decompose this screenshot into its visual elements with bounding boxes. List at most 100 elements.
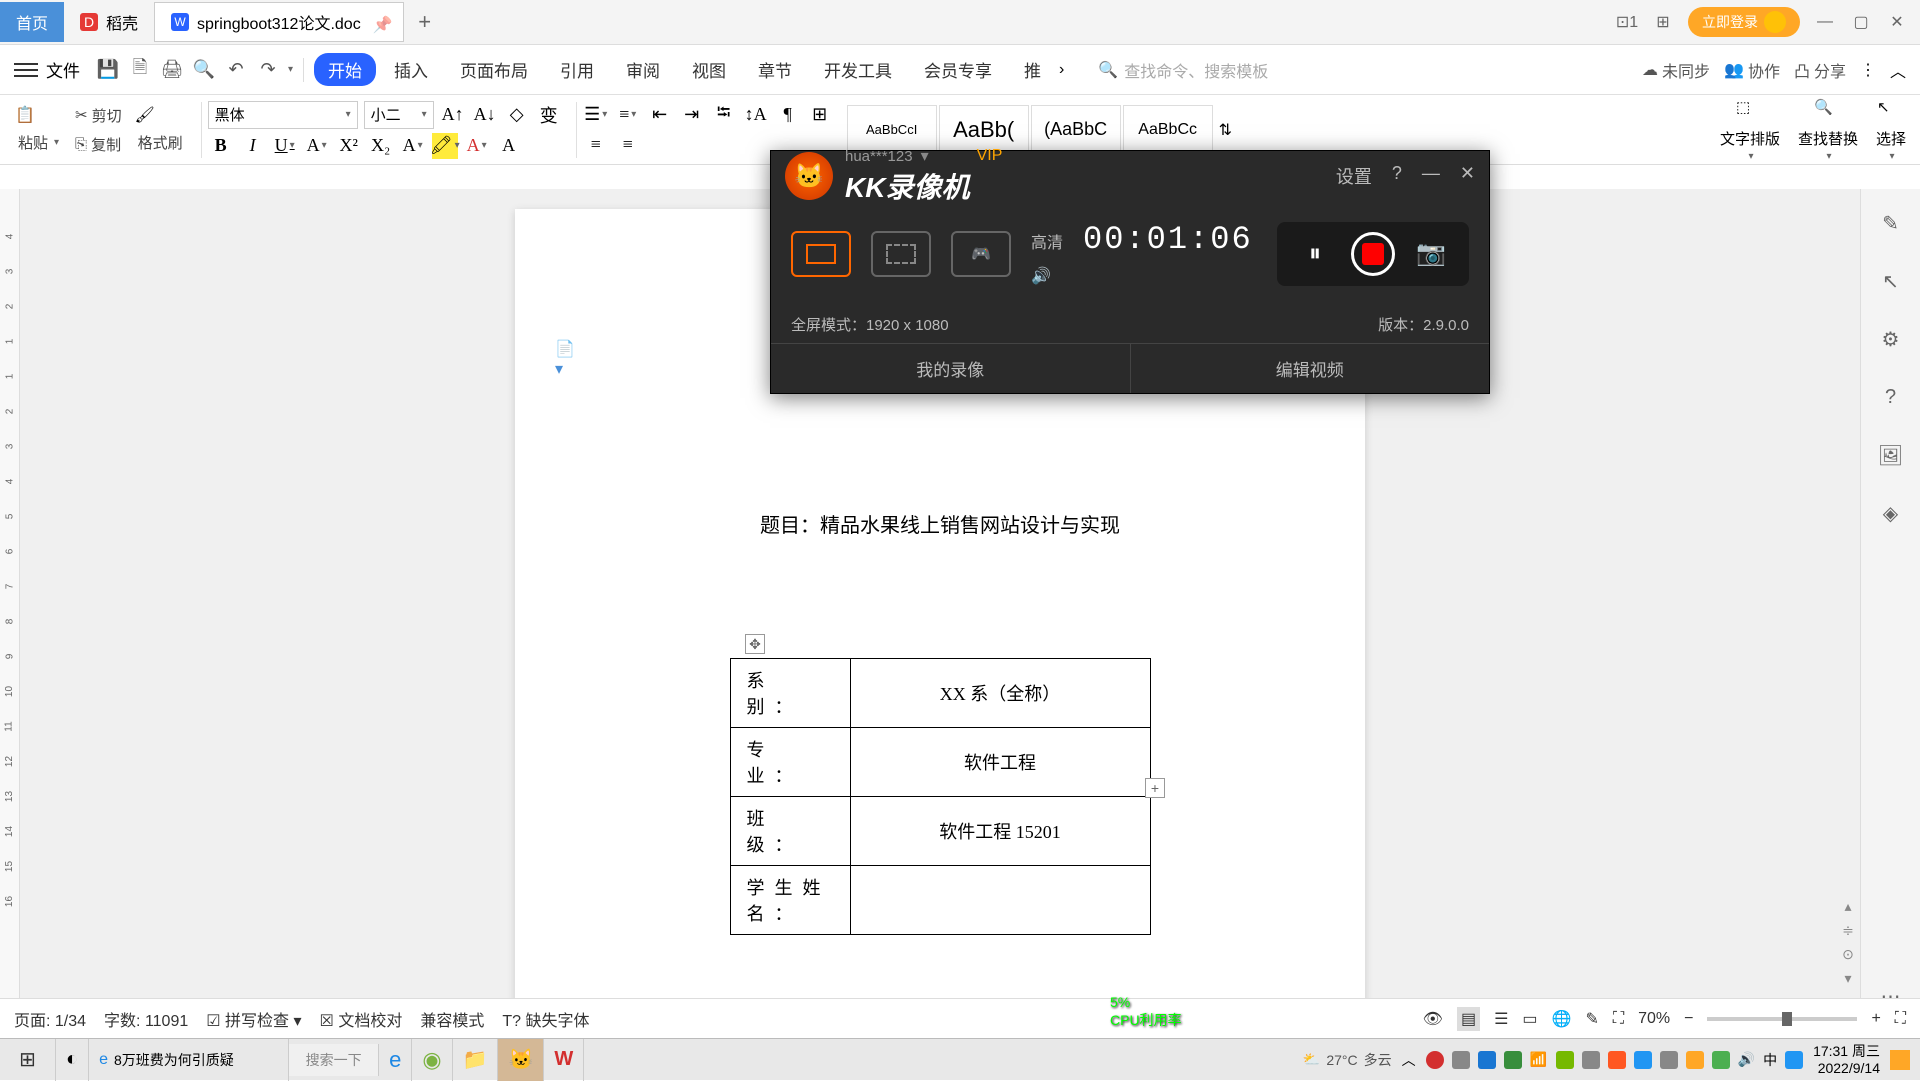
mode-region-button[interactable] [871,231,931,277]
recorder-help-icon[interactable]: ? [1392,163,1402,189]
mode-screen-button[interactable] [791,231,851,277]
collab-button[interactable]: 👥协作 [1724,58,1780,82]
sync-status[interactable]: ☁未同步 [1642,58,1710,82]
add-tab-button[interactable]: + [410,7,440,37]
tray-icon-7[interactable] [1582,1051,1600,1069]
zoom-in-icon[interactable]: + [1871,1010,1880,1028]
clear-format-icon[interactable]: ◇ [504,102,530,128]
recorder-window[interactable]: 🐱 hua***123 ▾ VIP KK录像机 设置 ? — ✕ 🎮 高清 00… [770,150,1490,394]
window-mode-icon[interactable]: ⊡1 [1616,11,1638,33]
tray-icon-4[interactable] [1504,1051,1522,1069]
scroll-down-icon[interactable]: ▾ [1838,970,1858,990]
ime-indicator[interactable]: 中 [1763,1050,1777,1070]
stop-button[interactable] [1351,232,1395,276]
fit-width-icon[interactable]: ⛶ [1613,1010,1624,1028]
tray-icon-11[interactable] [1686,1051,1704,1069]
ribbon-tab-view[interactable]: 视图 [678,53,740,86]
save-icon[interactable]: 💾 [94,56,122,84]
align-center-button[interactable]: ≡ [615,132,641,158]
indent-right-button[interactable]: ⇥ [679,102,705,128]
write-view-icon[interactable]: ✎ [1585,1009,1598,1029]
ribbon-tab-insert[interactable]: 插入 [380,53,442,86]
cursor-panel-icon[interactable]: ↖ [1877,267,1905,295]
mode-game-button[interactable]: 🎮 [951,231,1011,277]
font-size-select[interactable]: 小二▾ [364,101,434,129]
recorder-minimize-icon[interactable]: — [1422,163,1440,189]
zoom-out-icon[interactable]: − [1684,1010,1693,1028]
tray-icon-3[interactable] [1478,1051,1496,1069]
ribbon-tab-start[interactable]: 开始 [314,53,376,86]
recorder-header[interactable]: 🐱 hua***123 ▾ VIP KK录像机 设置 ? — ✕ [771,151,1489,201]
decrease-font-icon[interactable]: A↓ [472,102,498,128]
menu-file[interactable]: 文件 [46,57,80,82]
copy-button[interactable]: ⎘复制 [71,132,126,157]
find-replace-button[interactable]: 🔍查找替换▾ [1798,98,1858,162]
taskbar-search[interactable]: 搜索一下 [289,1044,379,1076]
wifi-icon[interactable]: 📶 [1530,1051,1548,1069]
proofing-button[interactable]: ☒ 文档校对 [320,1007,403,1031]
ribbon-tab-review[interactable]: 审阅 [612,53,674,86]
ribbon-tab-references[interactable]: 引用 [546,53,608,86]
line-break-button[interactable]: ¶ [775,102,801,128]
select-button[interactable]: ↖选择▾ [1876,98,1906,162]
page-indicator[interactable]: 页面: 1/34 [14,1007,86,1031]
recorder-close-icon[interactable]: ✕ [1460,163,1475,189]
saveas-icon[interactable]: 🗎 [126,56,154,84]
view-icon[interactable]: 👁 [1423,1009,1443,1029]
fullscreen-icon[interactable]: ⛶ [1895,1010,1906,1028]
ribbon-overflow-icon[interactable]: › [1059,61,1064,79]
help-icon[interactable]: ? [1877,383,1905,411]
show-marks-button[interactable]: ⊞ [807,102,833,128]
ribbon-tab-more[interactable]: 推 [1010,53,1055,86]
close-icon[interactable]: ✕ [1886,11,1908,33]
premium-icon[interactable]: ◈ [1877,499,1905,527]
volume-icon[interactable]: 🔊 [1031,266,1253,286]
indent-left-button[interactable]: ⇤ [647,102,673,128]
image-icon[interactable]: 🖼 [1877,441,1905,469]
ie-taskbar[interactable]: e 8万班费为何引质疑 [89,1039,289,1081]
print-icon[interactable]: 🖨 [158,56,186,84]
tab-document[interactable]: W springboot312论文.doc 📌 [154,2,404,42]
document-title-line[interactable]: 题目：精品水果线上销售网站设计与实现 [595,509,1285,538]
wps-taskbar-icon[interactable]: W [544,1039,584,1081]
volume-tray-icon[interactable]: 🔊 [1738,1051,1755,1068]
superscript-button[interactable]: X² [336,133,362,159]
tray-icon-14[interactable] [1785,1051,1803,1069]
reading-view-icon[interactable]: ▭ [1522,1009,1537,1029]
minimize-icon[interactable]: — [1814,11,1836,33]
scroll-target-icon[interactable]: ⊙ [1838,946,1858,966]
weather-widget[interactable]: ⛅ 27°C 多云 [1303,1050,1392,1070]
tray-icon-10[interactable] [1660,1051,1678,1069]
browser-icon[interactable]: ◉ [412,1039,452,1081]
clock[interactable]: 17:31 周三 2022/9/14 [1813,1043,1880,1077]
char-border-button[interactable]: A [496,133,522,159]
command-search[interactable]: 🔍 查找命令、搜索模板 [1098,58,1638,82]
font-select[interactable]: 黑体▾ [208,101,358,129]
text-effect-button[interactable]: A▾ [400,133,426,159]
tray-icon-2[interactable] [1452,1051,1470,1069]
tab-docshell[interactable]: D 稻壳 [64,2,154,42]
history-dropdown-icon[interactable]: ▾ [288,64,293,75]
bullets-button[interactable]: ☰▾ [583,102,609,128]
tray-icon-1[interactable] [1426,1051,1444,1069]
highlight-button[interactable]: 🖍▾ [432,133,458,159]
tray-icon-12[interactable] [1712,1051,1730,1069]
ribbon-tab-vip[interactable]: 会员专享 [910,53,1006,86]
style-h2[interactable]: (AaBbC [1031,105,1121,155]
notification-icon[interactable] [1890,1050,1910,1070]
format-painter-button[interactable]: 格式刷 [134,130,187,155]
page-anchor-icon[interactable]: 📄▾ [555,339,575,359]
missing-font[interactable]: T? 缺失字体 [502,1007,589,1031]
login-button[interactable]: 立即登录 [1688,7,1800,37]
my-recordings-button[interactable]: 我的录像 [771,344,1131,393]
pencil-icon[interactable]: ✎ [1877,209,1905,237]
bold-button[interactable]: B [208,133,234,159]
collapse-ribbon-icon[interactable]: ︿ [1890,58,1906,82]
preview-icon[interactable]: 🔍 [190,56,218,84]
tray-expand-icon[interactable]: ︿ [1402,1050,1416,1070]
hamburger-icon[interactable] [14,58,38,82]
numbering-button[interactable]: ≡▾ [615,102,641,128]
compat-mode[interactable]: 兼容模式 [420,1007,484,1031]
scroll-page-up-icon[interactable]: ≑ [1838,922,1858,942]
nvidia-icon[interactable] [1556,1051,1574,1069]
